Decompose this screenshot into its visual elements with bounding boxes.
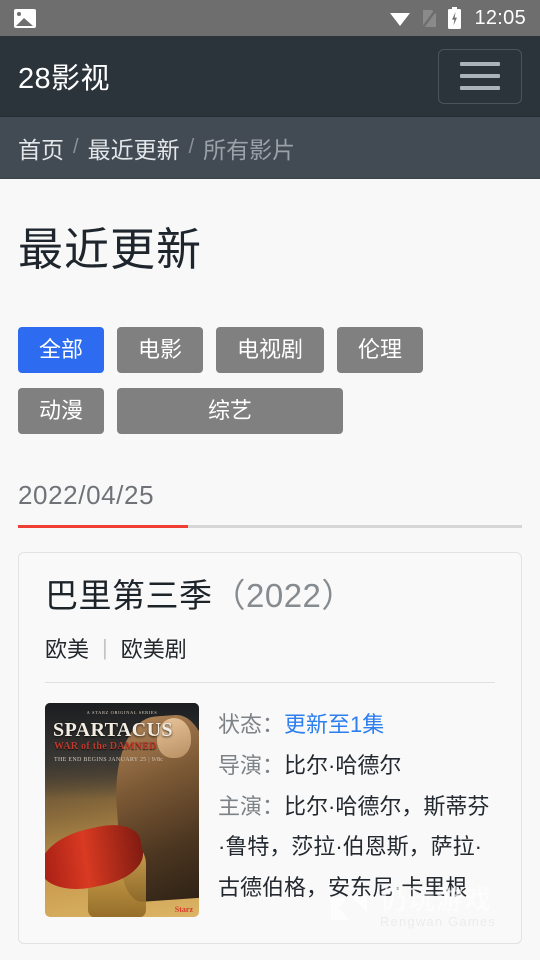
movie-card[interactable]: 巴里第三季（2022） 欧美 | 欧美剧 A STARZ ORIGINAL SE… bbox=[18, 551, 522, 944]
filter-button-group: 全部 电影 电视剧 伦理 动漫 综艺 bbox=[18, 326, 522, 434]
poster-title: SPARTACUS bbox=[53, 718, 173, 741]
page-title: 最近更新 bbox=[18, 224, 203, 275]
breadcrumb-item-home[interactable]: 首页 bbox=[18, 131, 64, 165]
movie-tags: 欧美 | 欧美剧 bbox=[45, 632, 495, 664]
breadcrumb-separator: / bbox=[188, 136, 195, 158]
filter-button-movie[interactable]: 电影 bbox=[117, 326, 204, 373]
sim-card-off-icon bbox=[421, 7, 438, 29]
filter-button-anime[interactable]: 动漫 bbox=[18, 387, 105, 434]
poster-tagline: A STARZ ORIGINAL SERIES bbox=[86, 709, 158, 715]
filter-button-variety[interactable]: 综艺 bbox=[117, 387, 344, 434]
date-section: 2022/04/25 bbox=[18, 480, 522, 528]
status-time: 12:05 bbox=[474, 6, 526, 29]
main-content: 最近更新 全部 电影 电视剧 伦理 动漫 综艺 2022/04/25 巴里第三季… bbox=[0, 179, 540, 944]
breadcrumb-item-recent[interactable]: 最近更新 bbox=[88, 131, 180, 165]
movie-title-row: 巴里第三季（2022） bbox=[45, 575, 495, 616]
movie-cast-key: 主演： bbox=[218, 793, 285, 819]
site-brand[interactable]: 28影视 bbox=[18, 55, 110, 97]
movie-cast-row: 主演：比尔·哈德尔，斯蒂芬·鲁特，莎拉·伯恩斯，萨拉·古德伯格，安东尼·卡里根 bbox=[218, 787, 495, 910]
movie-poster[interactable]: A STARZ ORIGINAL SERIES SPARTACUS WAR of… bbox=[45, 702, 199, 917]
card-divider bbox=[45, 681, 495, 683]
movie-director-value: 比尔·哈德尔 bbox=[284, 752, 402, 778]
movie-title: 巴里第三季 bbox=[45, 576, 213, 614]
image-icon bbox=[14, 8, 36, 28]
filter-button-ethics[interactable]: 伦理 bbox=[337, 326, 424, 373]
movie-card-wrapper: 巴里第三季（2022） 欧美 | 欧美剧 A STARZ ORIGINAL SE… bbox=[18, 551, 522, 944]
movie-info-list: 状态：更新至1集 导演：比尔·哈德尔 主演：比尔·哈德尔，斯蒂芬·鲁特，莎拉·伯… bbox=[218, 703, 495, 917]
breadcrumb-item-all[interactable]: 所有影片 bbox=[203, 131, 295, 165]
movie-region-tag[interactable]: 欧美 bbox=[45, 632, 89, 664]
tag-separator: | bbox=[102, 634, 108, 660]
hamburger-icon-bar bbox=[460, 62, 500, 66]
battery-charging-icon bbox=[448, 7, 462, 29]
status-bar-left bbox=[14, 8, 388, 28]
hamburger-menu-button[interactable] bbox=[438, 48, 522, 104]
breadcrumb: 首页 / 最近更新 / 所有影片 bbox=[0, 117, 540, 179]
movie-director-row: 导演：比尔·哈德尔 bbox=[218, 746, 495, 787]
hamburger-icon-bar bbox=[460, 74, 500, 78]
breadcrumb-separator: / bbox=[73, 136, 79, 158]
movie-status-key: 状态： bbox=[218, 711, 285, 737]
navbar: 28影视 bbox=[0, 36, 540, 117]
wifi-icon bbox=[390, 13, 411, 26]
movie-card-body: A STARZ ORIGINAL SERIES SPARTACUS WAR of… bbox=[45, 702, 495, 917]
movie-status-row: 状态：更新至1集 bbox=[218, 705, 495, 746]
status-bar: 12:05 bbox=[0, 0, 540, 36]
filter-button-tv[interactable]: 电视剧 bbox=[216, 326, 325, 373]
poster-subtitle: WAR of the DAMNED bbox=[54, 740, 157, 752]
movie-director-key: 导演： bbox=[218, 752, 285, 778]
hamburger-icon-bar bbox=[460, 86, 500, 90]
poster-network-logo: Starz bbox=[174, 904, 193, 914]
movie-year: （2022） bbox=[212, 576, 355, 614]
movie-category-tag[interactable]: 欧美剧 bbox=[121, 632, 187, 664]
poster-date-line: THE END BEGINS JANUARY 25 | 9/8c bbox=[54, 756, 164, 763]
update-date-label: 2022/04/25 bbox=[18, 479, 155, 510]
status-bar-right: 12:05 bbox=[388, 7, 526, 30]
date-underline-rule bbox=[18, 524, 522, 528]
filter-button-all[interactable]: 全部 bbox=[18, 326, 105, 373]
movie-status-value[interactable]: 更新至1集 bbox=[284, 712, 384, 737]
